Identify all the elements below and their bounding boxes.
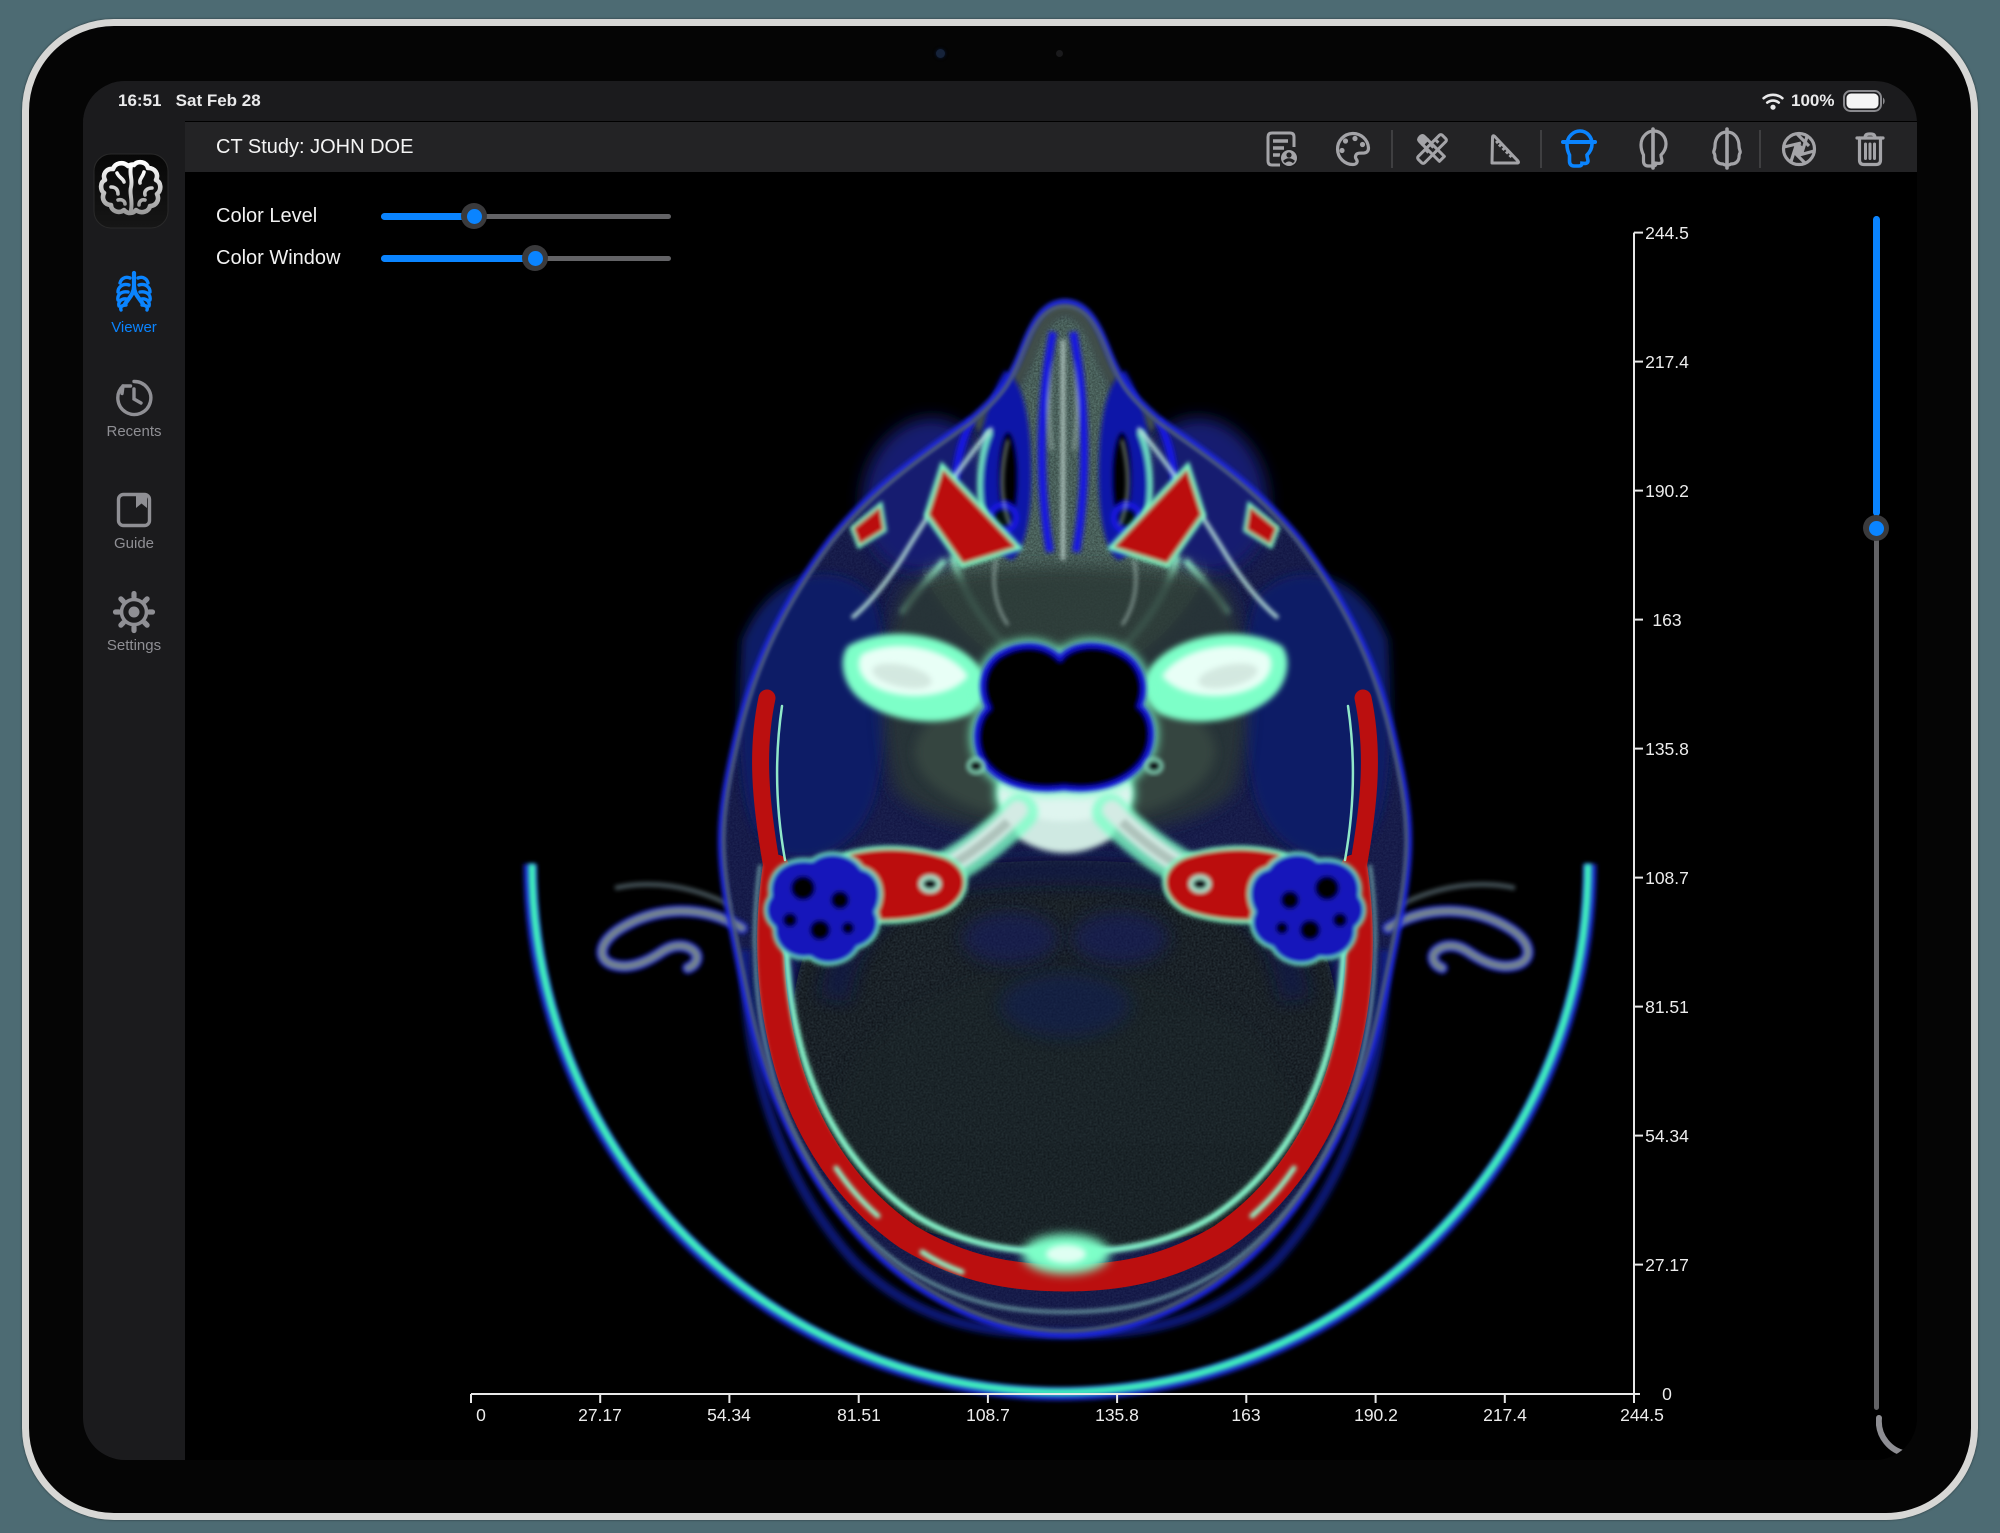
svg-text:244.5: 244.5 xyxy=(1620,1405,1664,1425)
svg-text:217.4: 217.4 xyxy=(1645,352,1689,372)
svg-text:0: 0 xyxy=(476,1405,486,1425)
svg-text:27.17: 27.17 xyxy=(578,1405,622,1425)
svg-text:244.5: 244.5 xyxy=(1645,223,1689,243)
svg-text:163: 163 xyxy=(1231,1405,1260,1425)
svg-text:81.51: 81.51 xyxy=(837,1405,881,1425)
svg-text:135.8: 135.8 xyxy=(1095,1405,1139,1425)
svg-text:81.51: 81.51 xyxy=(1645,997,1689,1017)
svg-text:108.7: 108.7 xyxy=(966,1405,1010,1425)
svg-text:135.8: 135.8 xyxy=(1645,739,1689,759)
svg-text:27.17: 27.17 xyxy=(1645,1255,1689,1275)
svg-text:54.34: 54.34 xyxy=(707,1405,751,1425)
svg-text:54.34: 54.34 xyxy=(1645,1126,1689,1146)
svg-text:217.4: 217.4 xyxy=(1483,1405,1527,1425)
svg-text:0: 0 xyxy=(1662,1384,1672,1404)
svg-text:190.2: 190.2 xyxy=(1354,1405,1398,1425)
svg-text:190.2: 190.2 xyxy=(1645,481,1689,501)
svg-text:163: 163 xyxy=(1652,610,1681,630)
svg-text:108.7: 108.7 xyxy=(1645,868,1689,888)
